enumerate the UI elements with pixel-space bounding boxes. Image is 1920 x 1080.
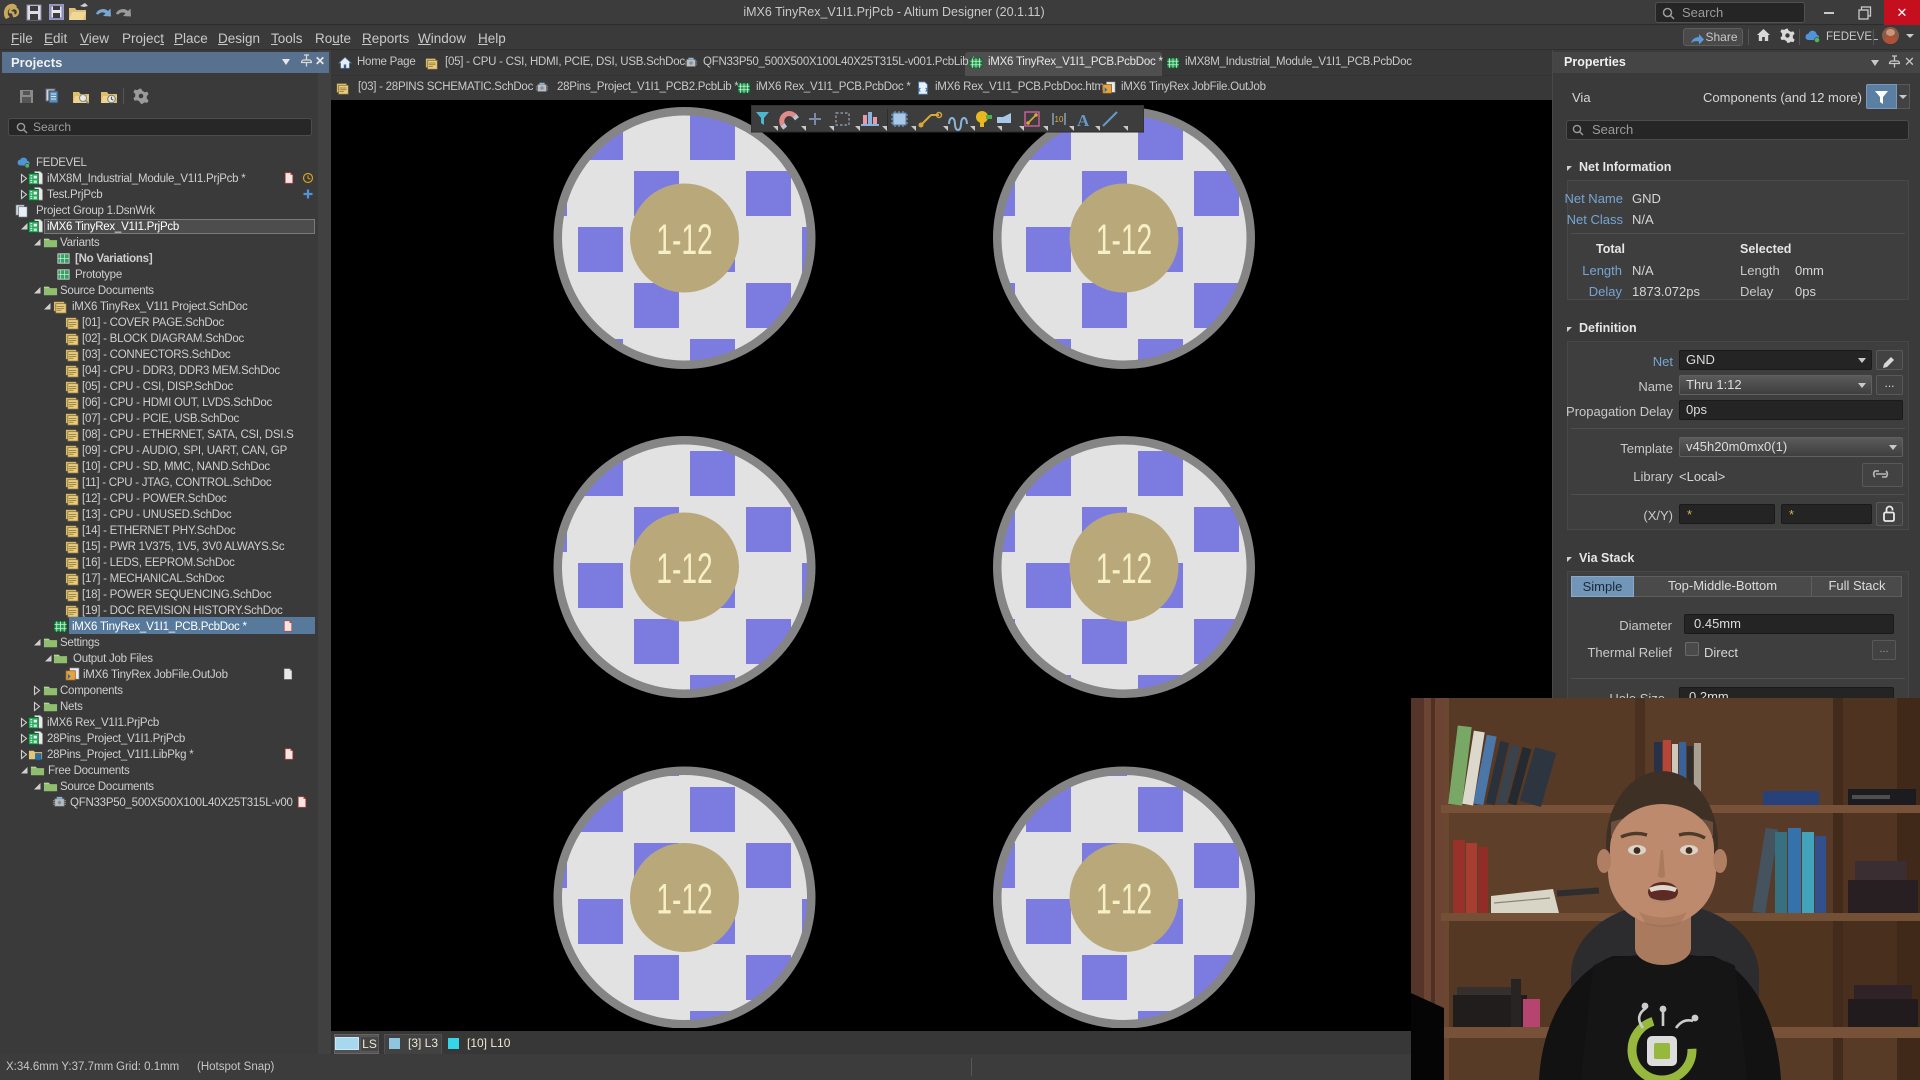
svg-text:1-12: 1-12	[656, 215, 712, 264]
svg-text:10: 10	[1055, 115, 1064, 124]
svg-text:1-12: 1-12	[1096, 874, 1152, 923]
svg-text:1-12: 1-12	[1096, 215, 1152, 264]
svg-text:1-12: 1-12	[1096, 544, 1152, 593]
svg-text:1-12: 1-12	[656, 544, 712, 593]
svg-text:1-12: 1-12	[656, 874, 712, 923]
svg-text:A: A	[1077, 111, 1090, 130]
